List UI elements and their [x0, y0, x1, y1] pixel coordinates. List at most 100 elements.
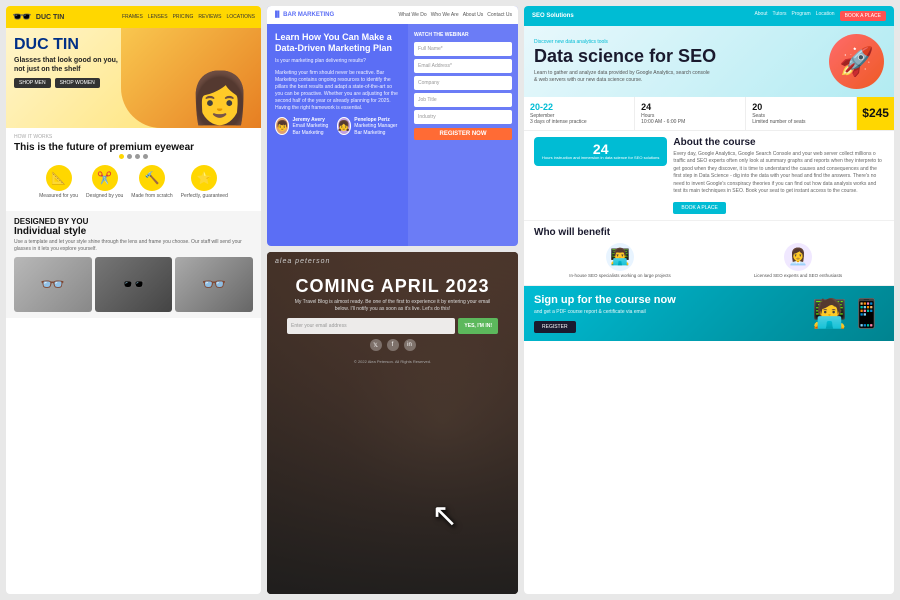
dot-2	[127, 154, 132, 159]
marketing-panel: ▐▌ BAR MARKETING What We Do Who We Are A…	[267, 6, 518, 246]
coming-email-row: Enter your email address YES, I'M IN!	[287, 318, 498, 334]
shop-men-button[interactable]: SHOP MEN	[14, 78, 51, 88]
seo-nav-program[interactable]: Program	[792, 11, 811, 21]
illustration-person-1: 🧑‍💻	[812, 297, 847, 330]
hero-tagline: Glasses that look good on you, not just …	[14, 56, 124, 74]
shop-women-button[interactable]: SHOP WOMEN	[55, 78, 100, 88]
seo-main-title: Data science for SEO	[534, 47, 821, 67]
stat-seats: 20 Seats Limited number of seats	[746, 97, 857, 130]
stat-date-detail: 3 days of intense practice	[530, 119, 628, 125]
signup-title: Sign up for the course now	[534, 294, 806, 307]
seo-stats-bar: 20-22 September 3 days of intense practi…	[524, 97, 894, 131]
stat-date-main: 20-22	[530, 102, 628, 113]
dots-indicator	[14, 154, 253, 159]
yes-im-in-button[interactable]: YES, I'M IN!	[458, 318, 498, 334]
brand-name: DUC TIN	[14, 36, 253, 54]
about-text: Every day, Google Analytics, Google Sear…	[673, 151, 884, 196]
seo-header: SEO Solutions About Tutors Program Locat…	[524, 6, 894, 26]
stat-seats-main: 20	[752, 102, 850, 113]
nav-locations[interactable]: LOCATIONS	[226, 14, 255, 20]
marketing-body: Learn How You Can Make a Data-Driven Mar…	[267, 24, 518, 246]
signup-subtitle: and get a PDF course report & certificat…	[534, 309, 806, 315]
speaker1-avatar: 👦	[275, 117, 289, 135]
made-icon: 🔨	[139, 165, 165, 191]
dot-1	[119, 154, 124, 159]
right-panel: SEO Solutions About Tutors Program Locat…	[524, 6, 894, 594]
how-it-works-label: HOW IT WORKS	[14, 134, 253, 140]
designed-by-label: DESIGNED BY YOU	[14, 217, 253, 226]
stat-hours: 24 Hours 10:00 AM - 6:00 PM	[635, 97, 746, 130]
marketing-form: WATCH THE WEBINAR Full Name* Email Addre…	[408, 24, 518, 246]
eyewear-header: 🕶️ DUC TIN FRAMES LENSES PRICING REVIEWS…	[6, 6, 261, 28]
stat-hours-detail: 10:00 AM - 6:00 PM	[641, 119, 739, 125]
benefit-icon-2: 👩‍💼	[788, 247, 808, 267]
facebook-icon[interactable]: f	[387, 339, 399, 351]
benefit-icon-1: 👨‍💻	[610, 247, 630, 267]
social-icons: 𝕏 f in	[287, 339, 498, 351]
speaker2-avatar: 👧	[337, 117, 351, 135]
left-panel: 🕶️ DUC TIN FRAMES LENSES PRICING REVIEWS…	[6, 6, 261, 594]
benefit-section: Who will benefit 👨‍💻 In-house SEO specia…	[524, 221, 894, 286]
mkt-nav-3[interactable]: About Us	[463, 12, 484, 18]
how-it-works-section: HOW IT WORKS This is the future of premi…	[6, 128, 261, 211]
seo-nav-about[interactable]: About	[754, 11, 767, 21]
style-description: Use a template and let your style shine …	[14, 239, 253, 252]
future-heading: This is the future of premium eyewear	[14, 142, 253, 154]
stat-price: $245	[857, 97, 894, 130]
coming-subtitle: My Travel Blog is almost ready. Be one o…	[287, 299, 498, 313]
form-company[interactable]: Company	[414, 76, 512, 90]
about-course-section: 24 Hours instruction and immersion in da…	[524, 131, 894, 221]
form-industry[interactable]: Industry	[414, 110, 512, 124]
about-stat-number: 24	[542, 142, 659, 156]
form-fullname[interactable]: Full Name*	[414, 42, 512, 56]
stat-date: 20-22 September 3 days of intense practi…	[524, 97, 635, 130]
stat-hours-main: 24	[641, 102, 739, 113]
icon-guaranteed: ⭐ Perfectly, guaranteed	[181, 165, 228, 199]
register-button[interactable]: REGISTER NOW	[414, 128, 512, 140]
mkt-nav-2[interactable]: Who We Are	[431, 12, 459, 18]
coming-soon-panel: alea peterson COMING APRIL 2023 My Trave…	[267, 252, 518, 594]
photo-3: 👓	[175, 257, 253, 312]
webinar-label: WATCH THE WEBINAR	[414, 32, 512, 38]
cursor-arrow: ↖	[431, 496, 458, 534]
rocket-icon: 🚀	[829, 34, 884, 89]
nav-pricing[interactable]: PRICING	[173, 14, 194, 20]
speaker1-info: Jeremy Avery Email Marketing Bar Marketi…	[292, 117, 333, 137]
register-button[interactable]: REGISTER	[534, 321, 576, 333]
book-place-button[interactable]: BOOK A PLACE	[673, 202, 725, 214]
benefit-items: 👨‍💻 In-house SEO specialists working on …	[534, 243, 884, 279]
eyewear-logo-icon: 🕶️	[12, 7, 32, 27]
book-place-button-header[interactable]: BOOK A PLACE	[840, 11, 886, 21]
marketing-logo: ▐▌ BAR MARKETING	[273, 12, 334, 18]
icon-measured: 📐 Measured for you	[39, 165, 78, 199]
icon-designed: ✂️ Designed by you	[86, 165, 123, 199]
twitter-icon[interactable]: 𝕏	[370, 339, 382, 351]
seo-hero: Discover new data analytics tools Data s…	[524, 26, 894, 97]
photo-1: 👓	[14, 257, 92, 312]
form-email[interactable]: Email Address*	[414, 59, 512, 73]
seo-discover-text: Discover new data analytics tools	[534, 39, 821, 45]
nav-reviews[interactable]: REVIEWS	[198, 14, 221, 20]
seo-nav-location[interactable]: Location	[816, 11, 835, 21]
mkt-nav-1[interactable]: What We Do	[398, 12, 426, 18]
measured-icon: 📐	[46, 165, 72, 191]
coming-author: alea peterson	[267, 252, 518, 271]
coming-copyright: © 2022 Alea Peterson. All Rights Reserve…	[267, 357, 518, 366]
coming-email-input[interactable]: Enter your email address	[287, 318, 455, 334]
marketing-content: Learn How You Can Make a Data-Driven Mar…	[267, 24, 408, 246]
eyewear-nav: FRAMES LENSES PRICING REVIEWS LOCATIONS	[122, 14, 255, 20]
benefit-avatar-1: 👨‍💻	[606, 243, 634, 271]
nav-lenses[interactable]: LENSES	[148, 14, 168, 20]
form-jobtitle[interactable]: Job Title	[414, 93, 512, 107]
seo-logo: SEO Solutions	[532, 13, 574, 19]
about-content: About the course Every day, Google Analy…	[673, 137, 884, 214]
mkt-nav-4[interactable]: Contact Us	[487, 12, 512, 18]
nav-frames[interactable]: FRAMES	[122, 14, 143, 20]
style-heading: Individual style	[14, 226, 253, 237]
linkedin-icon[interactable]: in	[404, 339, 416, 351]
about-stat-card: 24 Hours instruction and immersion in da…	[534, 137, 667, 166]
feature-icons: 📐 Measured for you ✂️ Designed by you 🔨 …	[14, 165, 253, 199]
seo-hero-text: Discover new data analytics tools Data s…	[534, 39, 821, 84]
marketing-heading: Learn How You Can Make a Data-Driven Mar…	[275, 32, 400, 54]
seo-nav-tutors[interactable]: Tutors	[773, 11, 787, 21]
